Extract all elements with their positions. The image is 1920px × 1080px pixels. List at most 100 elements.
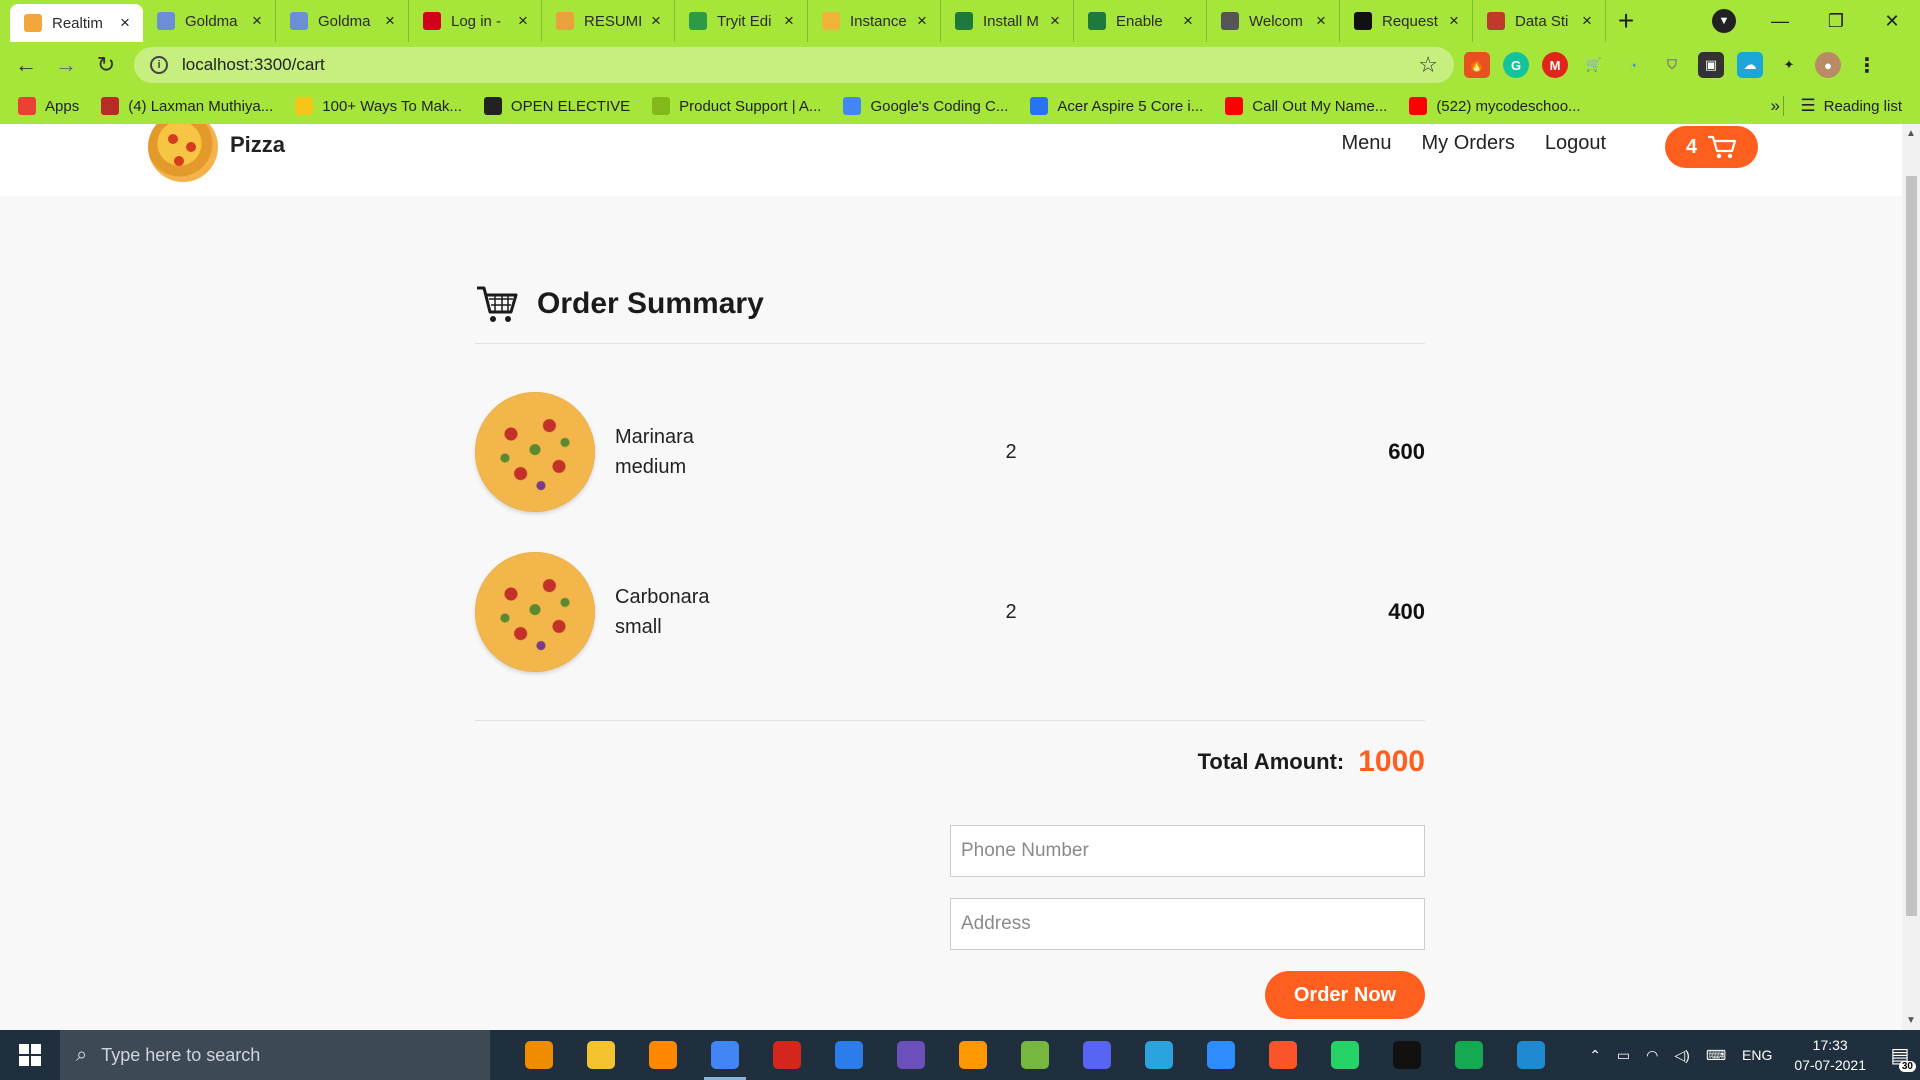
close-tab-icon[interactable]: × — [117, 13, 133, 33]
notifications-icon[interactable]: ▤ 30 — [1880, 1030, 1920, 1080]
close-tab-icon[interactable]: × — [515, 11, 531, 31]
bookmark-star-icon[interactable]: ☆ — [1418, 52, 1438, 78]
youtube-icon — [1409, 97, 1428, 115]
nav-my-orders-link[interactable]: My Orders — [1421, 132, 1514, 155]
address-bar[interactable]: i ☆ — [134, 47, 1454, 83]
phone-number-input[interactable] — [950, 825, 1425, 877]
battery-icon[interactable]: ▭ — [1617, 1047, 1630, 1064]
taskbar-search[interactable]: ⌕ Type here to search — [60, 1030, 490, 1080]
salesforce-extension-icon[interactable]: ☁ — [1737, 52, 1763, 78]
volume-icon[interactable]: ◁) — [1674, 1047, 1689, 1064]
taskbar-app[interactable] — [1314, 1030, 1376, 1080]
browser-tab[interactable]: Goldma × — [276, 0, 409, 42]
taskbar-app[interactable] — [756, 1030, 818, 1080]
taskbar-app[interactable] — [1066, 1030, 1128, 1080]
restore-icon[interactable]: ❐ — [1808, 0, 1864, 42]
reading-list-button[interactable]: ☰ Reading list — [1783, 96, 1902, 116]
taskbar-app[interactable] — [1376, 1030, 1438, 1080]
browser-tab[interactable]: Goldma × — [143, 0, 276, 42]
more-bookmarks-button[interactable]: » — [1771, 96, 1780, 116]
bookmark-item[interactable]: Product Support | A... — [652, 97, 821, 115]
grammarly-icon[interactable]: G — [1503, 52, 1529, 78]
puzzle-extensions-icon[interactable]: ✦ — [1776, 52, 1802, 78]
browser-tab[interactable]: Instance × — [808, 0, 941, 42]
forward-icon[interactable]: → — [46, 45, 86, 85]
taskbar-app[interactable] — [880, 1030, 942, 1080]
taskbar-app[interactable] — [1128, 1030, 1190, 1080]
scrollbar-thumb[interactable] — [1906, 176, 1917, 916]
color-extension-icon[interactable]: ◔ — [1620, 52, 1646, 78]
language-indicator[interactable]: ENG — [1742, 1047, 1772, 1063]
screen-extension-icon[interactable]: ▣ — [1698, 52, 1724, 78]
browser-tab[interactable]: Realtim × — [10, 4, 143, 42]
close-tab-icon[interactable]: × — [648, 11, 664, 31]
taskbar-app[interactable] — [1190, 1030, 1252, 1080]
clock[interactable]: 17:33 07-07-2021 — [1794, 1035, 1866, 1075]
taskbar-app[interactable] — [1438, 1030, 1500, 1080]
bookmark-item[interactable]: 100+ Ways To Mak... — [295, 97, 462, 115]
cart-extension-icon[interactable]: 🛒 — [1581, 52, 1607, 78]
bookmark-item[interactable]: Call Out My Name... — [1225, 97, 1387, 115]
bookmark-item[interactable]: Acer Aspire 5 Core i... — [1030, 97, 1203, 115]
shield-extension-icon[interactable]: ⛉ — [1659, 52, 1685, 78]
wifi-icon[interactable]: ◠ — [1646, 1047, 1658, 1064]
taskbar-app[interactable] — [1252, 1030, 1314, 1080]
close-tab-icon[interactable]: × — [1180, 11, 1196, 31]
bookmark-item[interactable]: OPEN ELECTIVE — [483, 97, 630, 115]
cart-button[interactable]: 4 — [1665, 126, 1758, 168]
taskbar-app[interactable] — [570, 1030, 632, 1080]
tab-search-icon[interactable]: ▼ — [1712, 9, 1736, 33]
bookmark-item[interactable]: Apps — [18, 97, 79, 115]
nav-menu-link[interactable]: Menu — [1341, 132, 1391, 155]
browser-menu-icon[interactable]: ⋮ — [1854, 52, 1880, 78]
back-icon[interactable]: ← — [6, 45, 46, 85]
taskbar-app[interactable] — [1500, 1030, 1562, 1080]
taskbar-app[interactable] — [632, 1030, 694, 1080]
close-tab-icon[interactable]: × — [249, 11, 265, 31]
fire-extension-icon[interactable]: 🔥 — [1464, 52, 1490, 78]
profile-avatar-icon[interactable]: ● — [1815, 52, 1841, 78]
brand-name[interactable]: Pizza — [230, 132, 285, 158]
close-tab-icon[interactable]: × — [1047, 11, 1063, 31]
browser-tab[interactable]: Enable × — [1074, 0, 1207, 42]
browser-tab[interactable]: Welcom × — [1207, 0, 1340, 42]
taskbar-app[interactable] — [942, 1030, 1004, 1080]
browser-tab[interactable]: Data Sti × — [1473, 0, 1606, 42]
nav-logout-link[interactable]: Logout — [1545, 132, 1606, 155]
browser-tab[interactable]: Log in - × — [409, 0, 542, 42]
bookmark-label: Acer Aspire 5 Core i... — [1057, 97, 1204, 115]
taskbar-app[interactable] — [508, 1030, 570, 1080]
tray-expand-icon[interactable]: ⌃ — [1589, 1047, 1601, 1064]
browser-tab[interactable]: Install M × — [941, 0, 1074, 42]
close-tab-icon[interactable]: × — [382, 11, 398, 31]
minimize-icon[interactable]: — — [1752, 0, 1808, 42]
browser-tab[interactable]: RESUMI × — [542, 0, 675, 42]
taskbar-app[interactable] — [818, 1030, 880, 1080]
order-now-button[interactable]: Order Now — [1265, 971, 1425, 1019]
url-input[interactable] — [182, 55, 1419, 75]
browser-tab[interactable]: Tryit Edi × — [675, 0, 808, 42]
reload-icon[interactable]: ↻ — [86, 45, 126, 85]
bookmark-item[interactable]: (522) mycodeschoo... — [1409, 97, 1581, 115]
close-tab-icon[interactable]: × — [1446, 11, 1462, 31]
close-tab-icon[interactable]: × — [1313, 11, 1329, 31]
bookmark-item[interactable]: (4) Laxman Muthiya... — [101, 97, 273, 115]
page-scrollbar[interactable]: ▲ ▼ — [1902, 124, 1920, 1030]
close-tab-icon[interactable]: × — [1579, 11, 1595, 31]
close-tab-icon[interactable]: × — [781, 11, 797, 31]
taskbar-app[interactable] — [694, 1030, 756, 1080]
scroll-up-icon[interactable]: ▲ — [1906, 128, 1916, 139]
scroll-down-icon[interactable]: ▼ — [1906, 1015, 1916, 1026]
pizza-logo-icon[interactable] — [148, 124, 218, 182]
windows-start-icon[interactable] — [0, 1030, 60, 1080]
address-input[interactable] — [950, 898, 1425, 950]
keyboard-icon[interactable]: ⌨ — [1706, 1047, 1726, 1064]
bookmark-item[interactable]: Google's Coding C... — [843, 97, 1008, 115]
close-window-icon[interactable]: ✕ — [1864, 0, 1920, 42]
new-tab-button[interactable]: + — [1606, 0, 1646, 42]
taskbar-app[interactable] — [1004, 1030, 1066, 1080]
browser-tab[interactable]: Request × — [1340, 0, 1473, 42]
mail-extension-icon[interactable]: M — [1542, 52, 1568, 78]
close-tab-icon[interactable]: × — [914, 11, 930, 31]
site-info-icon[interactable]: i — [150, 56, 168, 74]
